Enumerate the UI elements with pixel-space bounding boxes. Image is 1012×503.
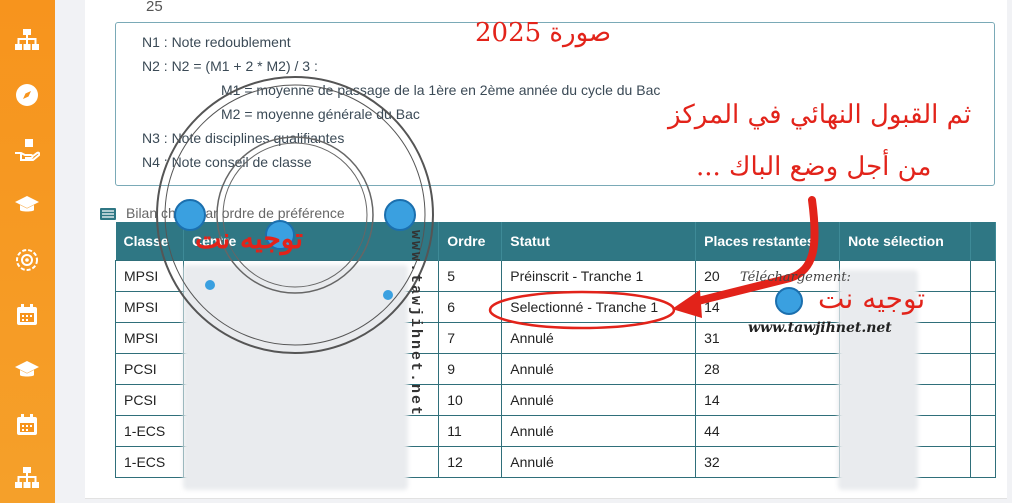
annotation-arrow <box>488 196 819 330</box>
logo-bubble-icon <box>775 287 803 315</box>
logo-brand-ar: توجيه نت <box>818 282 926 315</box>
website-label: www.tawjihnet.net <box>748 320 892 336</box>
